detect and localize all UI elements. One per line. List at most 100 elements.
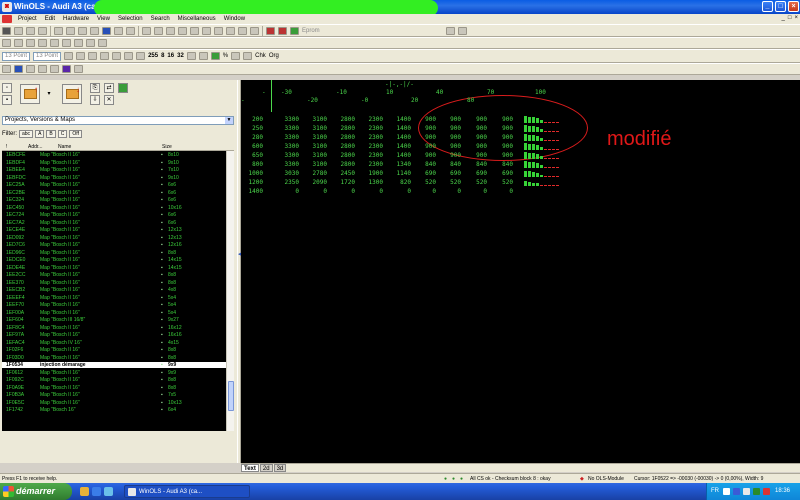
scale-icon[interactable]	[231, 52, 241, 60]
quicklaunch-media-icon[interactable]	[104, 487, 113, 496]
list-item[interactable]: ▪ 1EF8C4 Map "Bosch II 16" 16x12	[2, 325, 226, 331]
list-item[interactable]: ▪ 1F0612 Map "Bosch II 16" 9x9	[2, 370, 226, 376]
list-item[interactable]: ▪ 1EE2CC Map "Bosch II 16" 8x8	[2, 272, 226, 278]
maximize-button[interactable]: □	[775, 1, 786, 12]
map-cell[interactable]: 2800	[329, 134, 355, 141]
last-icon[interactable]	[126, 26, 135, 35]
filter-text-button[interactable]: abc	[19, 129, 34, 138]
map-cell[interactable]: 2350	[273, 179, 299, 186]
import-button[interactable]: ↓	[62, 84, 82, 104]
link-icon[interactable]	[2, 39, 11, 47]
hex-32-button[interactable]: 32	[177, 53, 184, 59]
spin-2-icon[interactable]	[38, 65, 47, 73]
map-cell[interactable]: 900	[410, 152, 436, 159]
help-icon[interactable]	[457, 26, 467, 35]
original-toggle[interactable]: Org	[269, 53, 279, 59]
map-cell[interactable]: 3300	[273, 134, 299, 141]
map-cell[interactable]: 900	[410, 134, 436, 141]
list-item[interactable]: ▪ 1EFAC4 Map "Bosch IV 16" 4x15	[2, 340, 226, 346]
mdi-minimize-button[interactable]: _	[782, 15, 785, 21]
display-2-icon[interactable]	[88, 52, 98, 60]
value-mode-icon[interactable]	[278, 26, 287, 35]
hex-255-button[interactable]: 255	[148, 53, 158, 59]
map-list-scrollbar[interactable]	[226, 151, 234, 431]
map-cell[interactable]: 1400	[385, 125, 411, 132]
wand-4-icon[interactable]	[62, 39, 71, 47]
map-cell[interactable]: 3300	[273, 152, 299, 159]
view-map-icon[interactable]	[202, 26, 211, 35]
list-item[interactable]: ▪ 1EF604 Map "Bosch III 16/8" 9x27	[2, 317, 226, 323]
col-name[interactable]: Name	[58, 143, 71, 151]
filter-c-button[interactable]: C	[57, 129, 68, 138]
open-project-dropdown-icon[interactable]: ▾	[44, 90, 54, 100]
diff-icon[interactable]	[210, 52, 220, 60]
menu-view[interactable]: View	[93, 14, 114, 24]
list-item[interactable]: ▪ 1EBEE4 Map "Bosch II 16" 7x10	[2, 167, 226, 173]
document-icon[interactable]	[2, 15, 12, 23]
map-cell[interactable]: 1900	[357, 170, 383, 177]
map-cell[interactable]: 900	[487, 143, 513, 150]
next-icon[interactable]	[114, 26, 123, 35]
menu-miscellaneous[interactable]: Miscellaneous	[174, 14, 220, 24]
map-cell[interactable]: 900	[435, 134, 461, 141]
menu-search[interactable]: Search	[147, 14, 174, 24]
map-cell[interactable]: 690	[435, 170, 461, 177]
map-cell[interactable]: 520	[410, 179, 436, 186]
list-item[interactable]: ▪ 1ED092 Map "Bosch II 16" 12x13	[2, 235, 226, 241]
map-cell[interactable]: 2450	[329, 170, 355, 177]
grid-icon[interactable]	[102, 26, 111, 35]
menu-project[interactable]: Project	[14, 14, 41, 24]
new-project-icon[interactable]	[2, 26, 11, 35]
map-cell[interactable]: 840	[461, 161, 487, 168]
map-cell[interactable]: 900	[487, 134, 513, 141]
map-cell[interactable]: 2300	[357, 152, 383, 159]
first-icon[interactable]	[78, 26, 87, 35]
map-cell[interactable]: 1400	[385, 134, 411, 141]
map-cell[interactable]: 690	[461, 170, 487, 177]
list-item[interactable]: ▪ 1EC2BE Map "Bosch II 16" 6x6	[2, 190, 226, 196]
list-item[interactable]: ▪ 1F0E5C Map "Bosch II 16" 10x13	[2, 400, 226, 406]
map-cell[interactable]: 0	[385, 188, 411, 195]
list-item[interactable]: ▪ 1EBFDC Map "Bosch II 16" 9x10	[2, 175, 226, 181]
chevron-down-icon[interactable]: ▼	[225, 117, 233, 124]
print-icon[interactable]	[26, 26, 35, 35]
list-item[interactable]: ▪ 1F0534 injection démarage 9x9	[2, 362, 226, 368]
display-5-icon[interactable]	[124, 52, 134, 60]
map-cell[interactable]: 900	[461, 125, 487, 132]
window-titlebar[interactable]: ◙ WinOLS - Audi A3 (carto _ □ ×	[0, 0, 800, 16]
display-3-icon[interactable]	[100, 52, 110, 60]
map-cell[interactable]: 900	[410, 125, 436, 132]
save-button[interactable]: ▪	[2, 95, 12, 105]
view-text-icon[interactable]	[142, 26, 151, 35]
map-cell[interactable]: 3300	[273, 143, 299, 150]
properties-icon[interactable]	[38, 26, 47, 35]
new-doc-button[interactable]: ▫	[2, 83, 12, 93]
flag-icon[interactable]	[226, 26, 235, 35]
hex-8-button[interactable]: 8	[161, 53, 164, 59]
text-mode-icon[interactable]	[266, 26, 275, 35]
map-cell[interactable]: 2300	[357, 161, 383, 168]
wand-3-icon[interactable]	[50, 39, 59, 47]
minus-one-icon[interactable]	[243, 52, 253, 60]
quicklaunch-ie-icon[interactable]	[92, 487, 101, 496]
map-cell[interactable]: 0	[487, 188, 513, 195]
list-item[interactable]: ▪ 1EC724 Map "Bosch II 16" 6x6	[2, 212, 226, 218]
filter-off-button[interactable]: Off	[69, 129, 82, 138]
map-cell[interactable]: 1400	[385, 116, 411, 123]
tray-volume-icon[interactable]	[743, 488, 750, 495]
map-cell[interactable]: 900	[435, 116, 461, 123]
open-icon[interactable]	[14, 26, 23, 35]
menu-window[interactable]: Window	[220, 14, 249, 24]
map-cell[interactable]: 2800	[329, 116, 355, 123]
mdi-close-button[interactable]: ×	[794, 15, 798, 21]
list-item[interactable]: ▪ 1F0B3A Map "Bosch II 16" 7x5	[2, 392, 226, 398]
map-cell[interactable]: 3300	[273, 116, 299, 123]
list-item[interactable]: ▪ 1ECE4E Map "Bosch II 16" 12x13	[2, 227, 226, 233]
list-item[interactable]: ▪ 1EDE4E Map "Bosch II 16" 14x15	[2, 265, 226, 271]
view-2d-icon[interactable]	[178, 26, 187, 35]
list-item[interactable]: ▪ 1EC7A2 Map "Bosch II 16" 6x6	[2, 220, 226, 226]
map-cell[interactable]: 520	[461, 179, 487, 186]
sign-icon[interactable]	[186, 52, 196, 60]
font-size-select-1[interactable]: 13 Point	[2, 51, 31, 61]
map-cell[interactable]: 0	[357, 188, 383, 195]
